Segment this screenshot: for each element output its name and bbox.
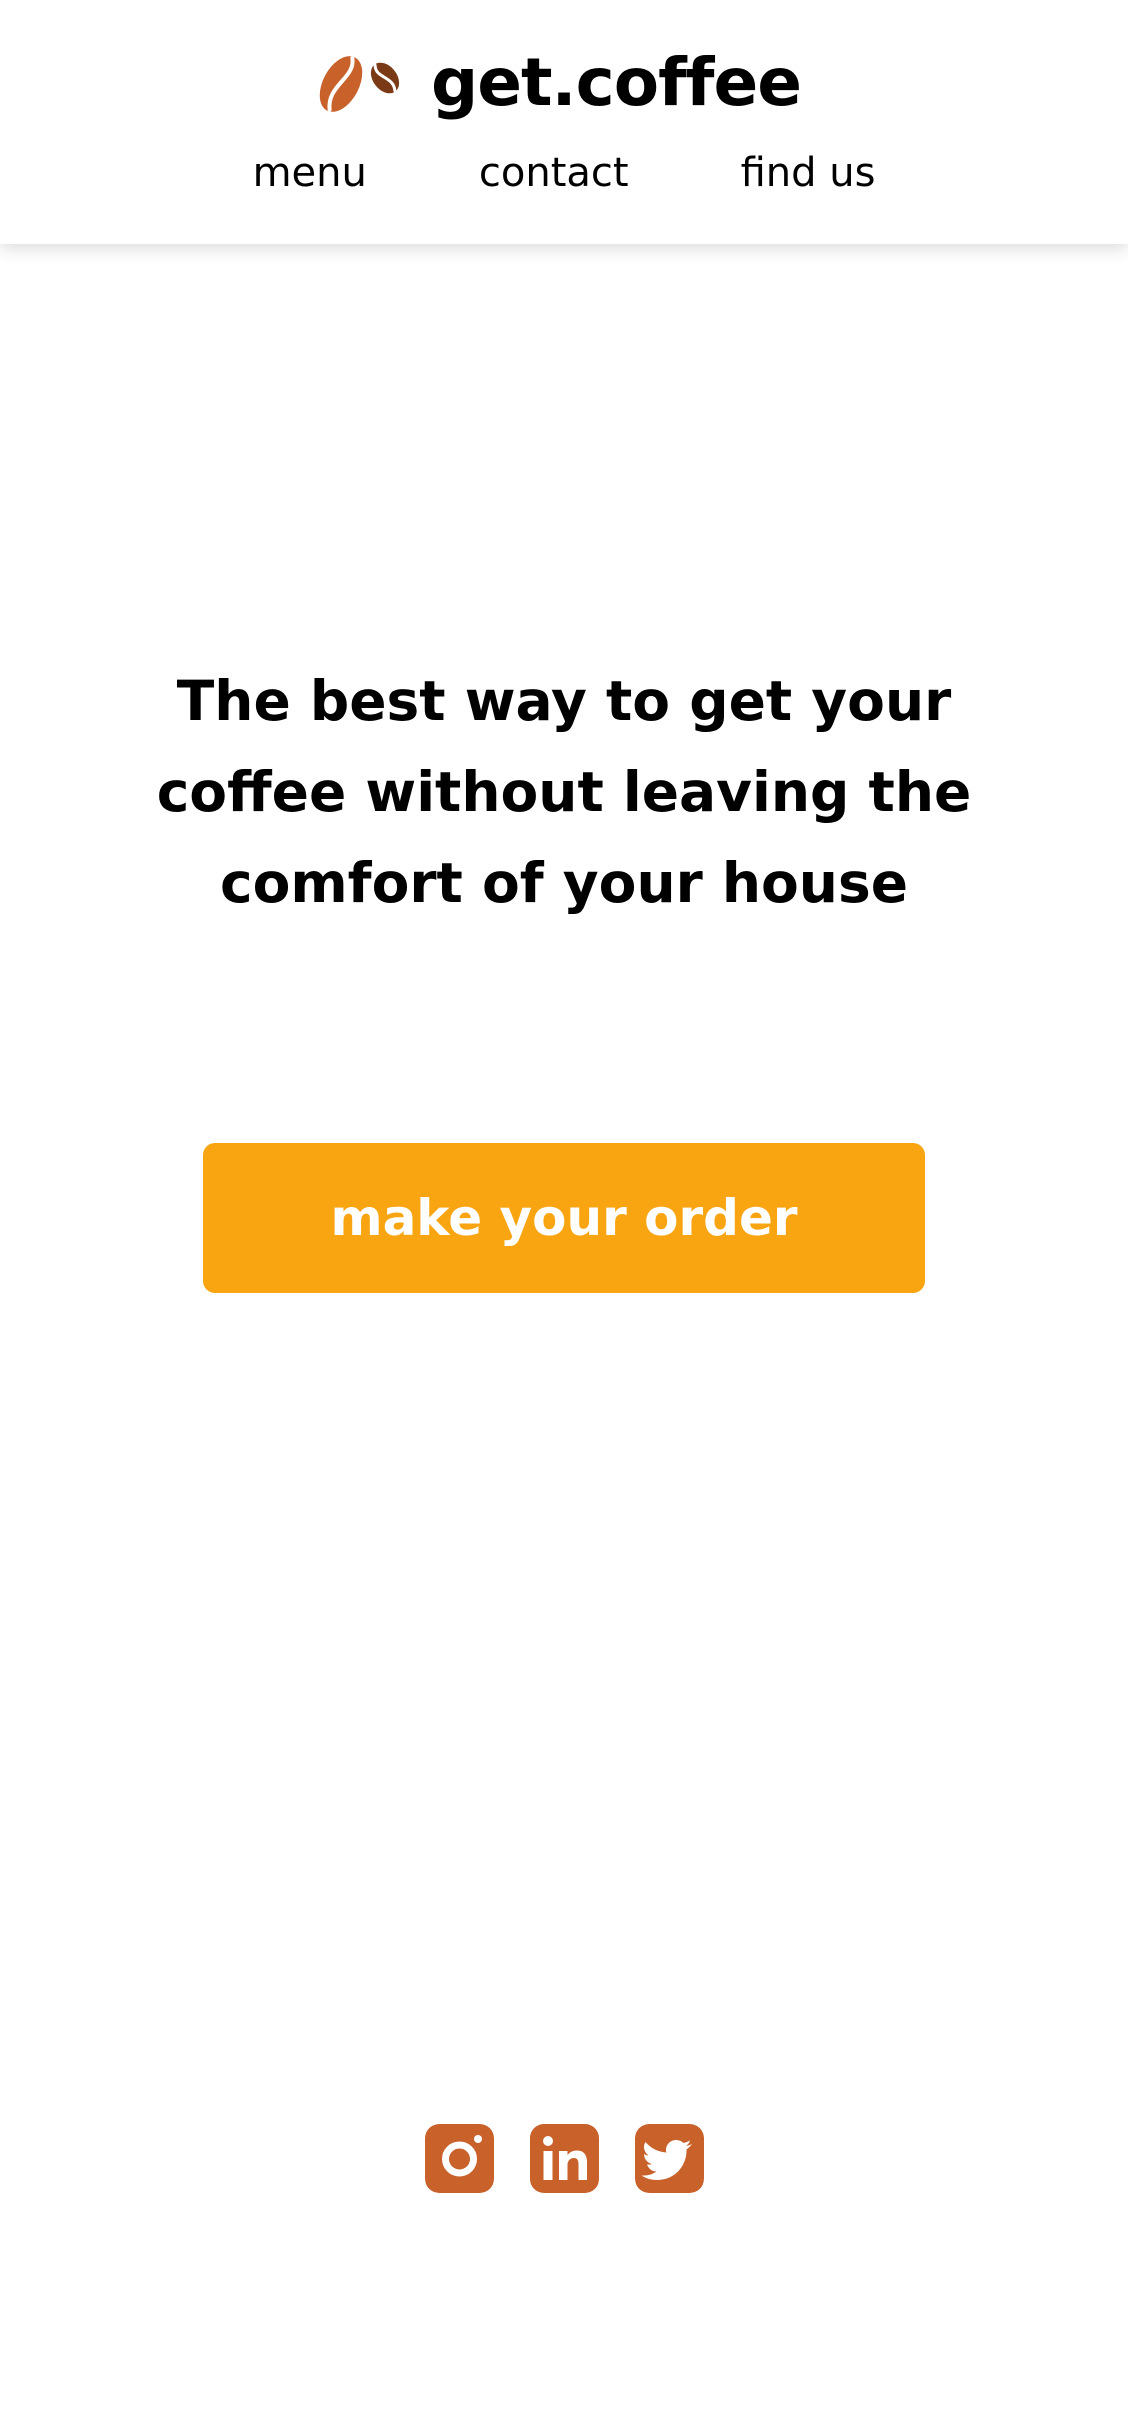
site-header: get.coffee menu contact find us xyxy=(0,0,1128,244)
make-order-button[interactable]: make your order xyxy=(203,1143,925,1293)
twitter-icon[interactable] xyxy=(634,2124,704,2193)
instagram-icon[interactable] xyxy=(424,2124,494,2193)
main-nav: menu contact find us xyxy=(0,150,1128,196)
linkedin-icon[interactable] xyxy=(529,2124,599,2193)
nav-item-find-us[interactable]: find us xyxy=(741,150,876,196)
hero-headline: The best way to get your coffee without … xyxy=(156,669,972,915)
brand-name: get.coffee xyxy=(430,44,802,121)
social-links xyxy=(0,2124,1128,2193)
nav-item-contact[interactable]: contact xyxy=(479,150,629,196)
nav-item-menu[interactable]: menu xyxy=(253,150,367,196)
brand[interactable]: get.coffee xyxy=(0,38,1128,128)
coffee-beans-icon xyxy=(319,56,400,112)
